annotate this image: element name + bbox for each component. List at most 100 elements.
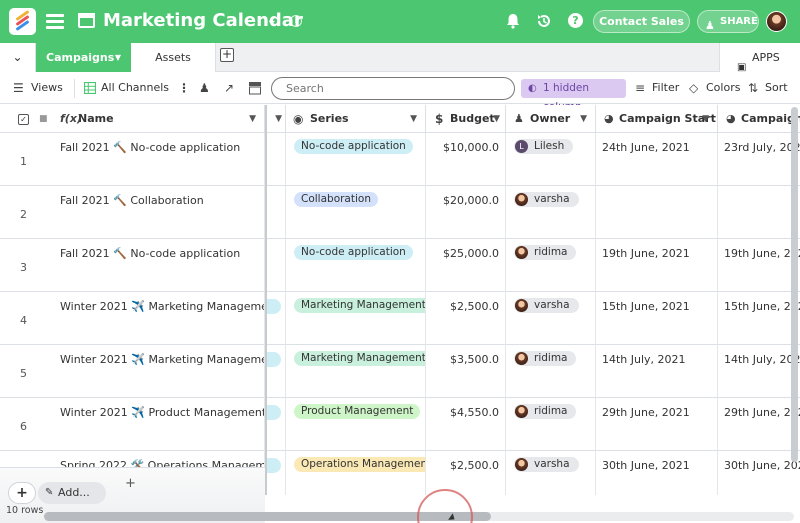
series-cell[interactable]: Product Management: [286, 398, 426, 451]
owner-cell[interactable]: L Lilesh: [506, 133, 596, 186]
tab-campaigns[interactable]: Campaigns ▼: [36, 43, 131, 72]
table-row[interactable]: 2 Fall 2021 🔨 Collaboration Collaboratio…: [0, 186, 800, 239]
help-icon[interactable]: ?: [568, 13, 583, 28]
budget-cell[interactable]: $20,000.0: [426, 186, 506, 239]
search-input[interactable]: [271, 77, 515, 100]
vertical-scrollbar[interactable]: [791, 107, 798, 462]
apps-button[interactable]: ▣ APPS: [719, 43, 800, 73]
campaign-end-cell[interactable]: 23rd July, 2021: [718, 133, 800, 186]
series-cell[interactable]: Marketing Management: [286, 292, 426, 345]
column-header-name[interactable]: f(x) Name ▼: [52, 105, 265, 133]
menu-icon[interactable]: [46, 14, 64, 29]
avatar: [515, 193, 528, 206]
column-header-campaign-end[interactable]: ◕ Campaign E: [718, 105, 800, 133]
owner-cell[interactable]: ridima: [506, 398, 596, 451]
owner-cell[interactable]: varsha: [506, 292, 596, 345]
column-header-partial[interactable]: ▼: [267, 105, 286, 133]
table-row[interactable]: 3 Fall 2021 🔨 No-code application No-cod…: [0, 239, 800, 292]
add-table-button[interactable]: +: [220, 48, 234, 62]
collapse-chevron-icon[interactable]: ⌄: [0, 43, 36, 72]
hidden-series-cell[interactable]: [267, 292, 286, 345]
campaign-start-cell[interactable]: 19th June, 2021: [596, 239, 718, 292]
table-row[interactable]: 6 Winter 2021 ✈️ Product Management Prod…: [0, 398, 800, 451]
campaign-end-cell[interactable]: 19th June, 2021: [718, 239, 800, 292]
campaign-end-cell[interactable]: 29th June, 2021: [718, 398, 800, 451]
series-cell[interactable]: No-code application: [286, 133, 426, 186]
name-cell[interactable]: Winter 2021 ✈️ Marketing Management: [52, 292, 265, 345]
share-button[interactable]: ♟ SHARE: [697, 10, 759, 33]
column-header-series[interactable]: ◉ Series ▼: [286, 105, 426, 133]
frozen-column-divider[interactable]: [265, 105, 267, 495]
hidden-series-cell[interactable]: [267, 133, 286, 186]
tab-assets[interactable]: Assets: [131, 43, 216, 72]
column-menu-caret-icon[interactable]: ▼: [580, 105, 587, 132]
hidden-series-cell[interactable]: [267, 239, 286, 292]
owner-cell[interactable]: varsha: [506, 186, 596, 239]
info-icon[interactable]: i: [290, 15, 302, 27]
campaign-start-cell[interactable]: 29th June, 2021: [596, 398, 718, 451]
column-menu-caret-icon[interactable]: ▼: [249, 105, 256, 132]
column-menu-caret-icon[interactable]: ▼: [702, 105, 709, 132]
hidden-series-cell[interactable]: [267, 345, 286, 398]
chevron-down-icon[interactable]: ⌄: [266, 12, 278, 28]
column-menu-caret-icon[interactable]: ▼: [275, 105, 282, 132]
budget-cell[interactable]: $10,000.0: [426, 133, 506, 186]
contact-sales-button[interactable]: Contact Sales: [593, 10, 690, 33]
campaign-end-cell[interactable]: [718, 186, 800, 239]
filter-button[interactable]: Filter: [652, 81, 679, 94]
table-row[interactable]: 1 Fall 2021 🔨 No-code application No-cod…: [0, 133, 800, 186]
more-options-icon[interactable]: ⋮: [178, 81, 190, 95]
table-row[interactable]: 5 Winter 2021 ✈️ Marketing Management Ma…: [0, 345, 800, 398]
campaign-end-cell[interactable]: 14th July, 2021: [718, 345, 800, 398]
hidden-series-cell[interactable]: [267, 398, 286, 451]
select-all-checkbox[interactable]: ✓: [18, 114, 29, 125]
filter-icon[interactable]: ≡: [635, 81, 645, 95]
column-header-owner[interactable]: ♟ Owner ▼: [506, 105, 596, 133]
user-avatar[interactable]: [766, 11, 787, 32]
sort-button[interactable]: Sort: [765, 81, 788, 94]
column-header-campaign-start[interactable]: ◕ Campaign Start ▼: [596, 105, 718, 133]
colors-button[interactable]: Colors: [706, 81, 740, 94]
bell-icon[interactable]: [504, 12, 522, 30]
column-header-budget[interactable]: $ Budget ▼: [426, 105, 506, 133]
campaign-start-cell[interactable]: [596, 186, 718, 239]
share-view-icon[interactable]: ↗: [224, 81, 234, 95]
add-options-button[interactable]: ✎ Add...: [38, 482, 106, 504]
views-list-icon[interactable]: ☰: [13, 81, 24, 95]
add-summary-button[interactable]: +: [125, 476, 136, 491]
column-menu-caret-icon[interactable]: ▼: [493, 105, 500, 132]
column-menu-caret-icon[interactable]: ▼: [410, 105, 417, 132]
campaign-start-cell[interactable]: 15th June, 2021: [596, 292, 718, 345]
budget-cell[interactable]: $3,500.0: [426, 345, 506, 398]
table-row[interactable]: 4 Winter 2021 ✈️ Marketing Management Ma…: [0, 292, 800, 345]
series-cell[interactable]: Collaboration: [286, 186, 426, 239]
name-cell[interactable]: Winter 2021 ✈️ Marketing Management: [52, 345, 265, 398]
campaign-start-cell[interactable]: 14th July, 2021: [596, 345, 718, 398]
history-icon[interactable]: [535, 12, 553, 30]
caret-down-icon[interactable]: ▼: [115, 43, 121, 72]
budget-cell[interactable]: $2,500.0: [426, 292, 506, 345]
owner-cell[interactable]: ridima: [506, 345, 596, 398]
owner-cell[interactable]: ridima: [506, 239, 596, 292]
series-cell[interactable]: No-code application: [286, 239, 426, 292]
name-cell[interactable]: Fall 2021 🔨 No-code application: [52, 133, 265, 186]
hidden-series-cell[interactable]: [267, 186, 286, 239]
campaign-start-cell[interactable]: 24th June, 2021: [596, 133, 718, 186]
add-row-button[interactable]: +: [8, 482, 36, 504]
date-icon: ◕: [726, 112, 736, 125]
collaborators-icon[interactable]: ♟: [199, 81, 210, 95]
app-logo-icon[interactable]: [9, 8, 36, 35]
budget-cell[interactable]: $25,000.0: [426, 239, 506, 292]
name-cell[interactable]: Winter 2021 ✈️ Product Management: [52, 398, 265, 451]
print-icon[interactable]: [249, 82, 261, 95]
sort-icon[interactable]: ⇅: [748, 81, 758, 95]
campaign-end-cell[interactable]: 15th June, 2021: [718, 292, 800, 345]
views-button[interactable]: Views: [31, 81, 63, 94]
name-cell[interactable]: Fall 2021 🔨 Collaboration: [52, 186, 265, 239]
hidden-column-button[interactable]: ◐ 1 hidden column: [521, 79, 626, 113]
series-cell[interactable]: Marketing Management: [286, 345, 426, 398]
budget-cell[interactable]: $4,550.0: [426, 398, 506, 451]
name-cell[interactable]: Fall 2021 🔨 No-code application: [52, 239, 265, 292]
all-channels-view-button[interactable]: All Channels: [101, 81, 169, 94]
paint-bucket-icon[interactable]: ◇: [689, 81, 698, 95]
